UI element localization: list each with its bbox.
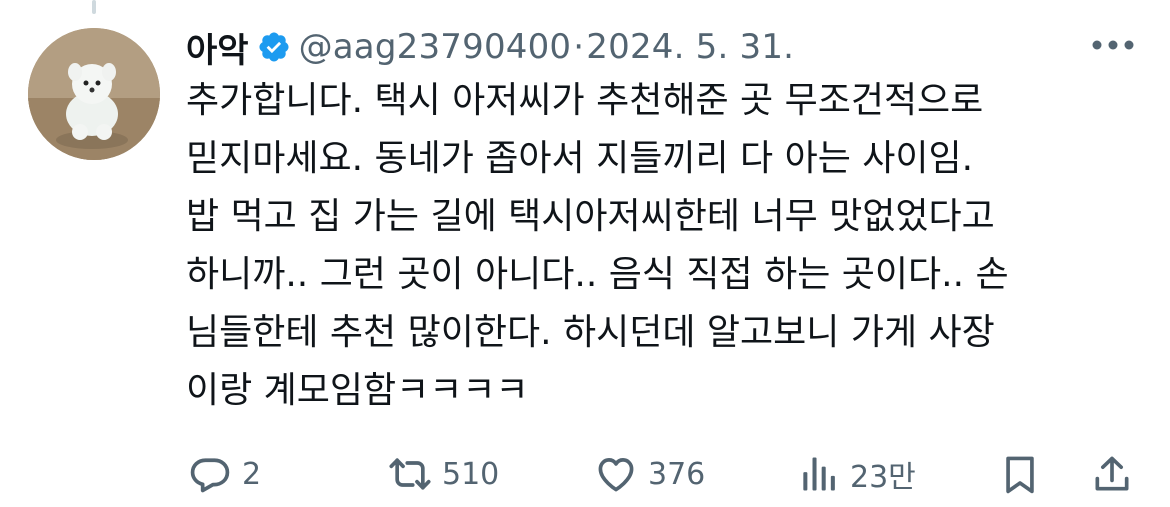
user-handle[interactable]: @aag23790400 <box>299 27 572 67</box>
bookmark-button[interactable] <box>998 448 1042 500</box>
header-separator: · <box>573 27 585 67</box>
verified-badge-icon[interactable] <box>257 30 291 64</box>
heart-icon <box>598 458 634 492</box>
thread-connector-line <box>92 0 96 14</box>
tweet-text: 추가합니다. 택시 아저씨가 추천해준 곳 무조건적으로 믿지마세요. 동네가 … <box>186 80 1009 411</box>
display-name[interactable]: 아악 <box>186 23 249 72</box>
retweet-arrows-icon <box>389 458 431 490</box>
retweet-button[interactable]: 510 <box>388 448 499 500</box>
like-count: 376 <box>648 456 706 492</box>
reply-count: 2 <box>242 456 262 492</box>
avatar[interactable] <box>28 28 160 160</box>
share-upload-icon <box>1095 456 1129 491</box>
retweet-count: 510 <box>442 456 500 492</box>
reply-bubble-icon <box>190 458 230 493</box>
more-options-button[interactable] <box>1088 30 1138 60</box>
like-button[interactable]: 376 <box>594 448 705 500</box>
tweet-actions-bar: 2 510 376 23만 <box>0 448 1170 500</box>
views-count: 23만 <box>850 460 916 495</box>
bar-chart-icon <box>803 457 835 491</box>
avatar-image <box>28 28 160 160</box>
bookmark-icon <box>1006 456 1034 494</box>
views-button[interactable]: 23만 <box>796 448 916 500</box>
more-options-icon <box>1092 40 1134 50</box>
share-button[interactable] <box>1090 448 1134 500</box>
reply-button[interactable]: 2 <box>188 448 261 500</box>
tweet-date[interactable]: 2024. 5. 31. <box>586 27 794 67</box>
tweet-header: 아악 @aag23790400 · 2024. 5. 31. <box>186 22 794 72</box>
